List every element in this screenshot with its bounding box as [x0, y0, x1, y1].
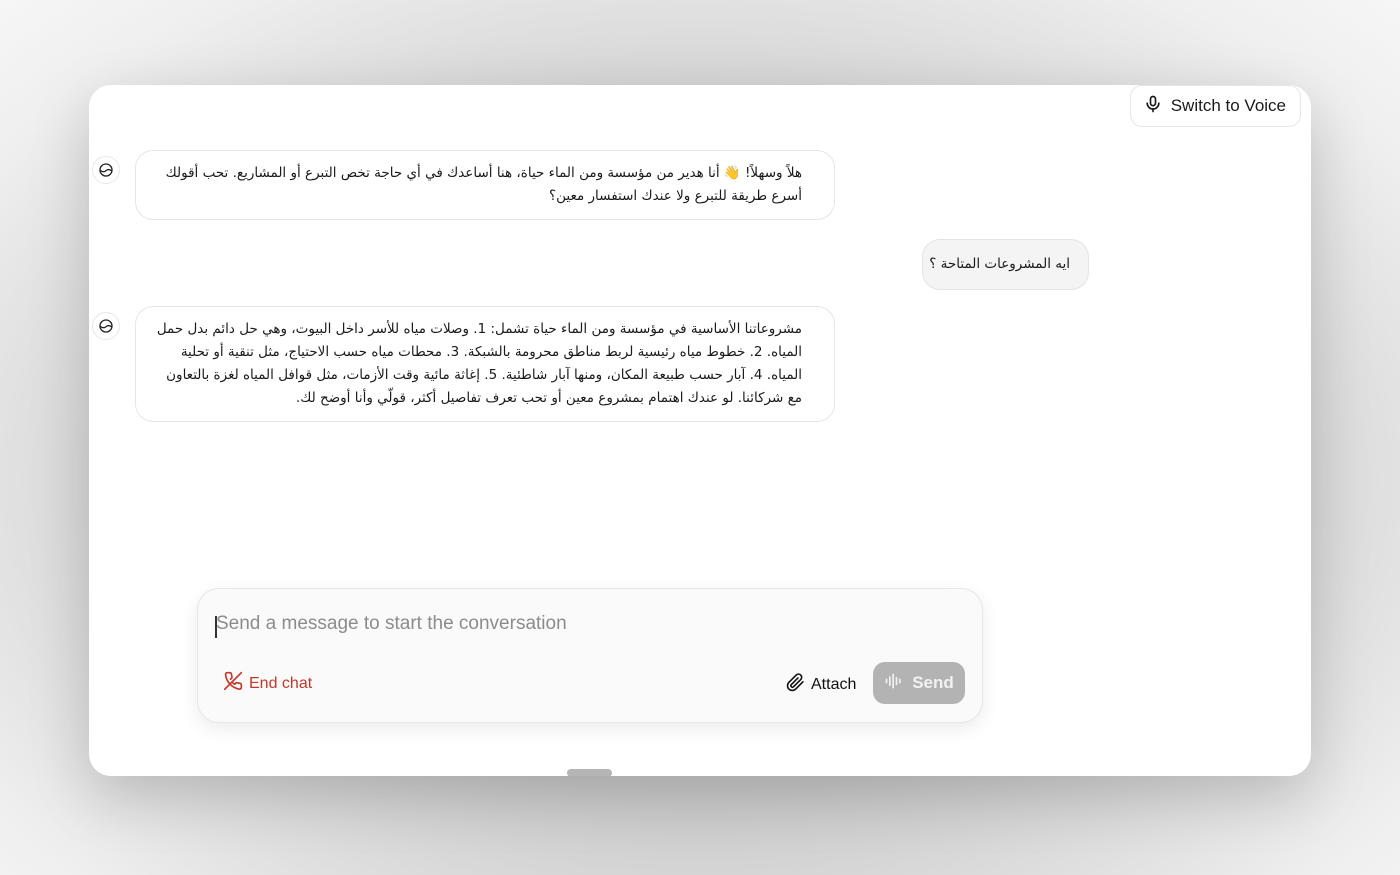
assistant-message-text: هلاً وسهلاً! 👋 أنا هدير من مؤسسة ومن الم…: [165, 165, 802, 204]
switch-to-voice-button[interactable]: Switch to Voice: [1129, 85, 1301, 127]
bot-avatar-icon: [92, 156, 120, 184]
assistant-message: مشروعاتنا الأساسية في مؤسسة ومن الماء حي…: [135, 306, 835, 422]
switch-to-voice-label: Switch to Voice: [1170, 96, 1286, 115]
paperclip-icon: [786, 673, 805, 697]
send-label: Send: [912, 673, 954, 692]
user-message: ايه المشروعات المتاحة ؟: [922, 239, 1089, 290]
resize-handle[interactable]: [567, 769, 612, 776]
send-button[interactable]: Send: [873, 662, 965, 704]
bot-avatar-icon: [92, 312, 120, 340]
assistant-message-text: مشروعاتنا الأساسية في مؤسسة ومن الماء حي…: [156, 321, 802, 406]
attach-label: Attach: [811, 676, 857, 693]
message-input[interactable]: [216, 613, 956, 635]
message-composer: End chat Attach Send: [197, 588, 983, 723]
user-message-text: ايه المشروعات المتاحة ؟: [929, 256, 1070, 272]
attach-button[interactable]: Attach: [786, 673, 856, 697]
assistant-message: هلاً وسهلاً! 👋 أنا هدير من مؤسسة ومن الم…: [135, 150, 835, 220]
end-chat-button[interactable]: End chat: [223, 671, 312, 696]
chat-window: Switch to Voice هلاً وسهلاً! 👋 أنا هدير …: [89, 85, 1311, 776]
microphone-icon: [1143, 94, 1163, 119]
end-chat-label: End chat: [249, 674, 313, 692]
phone-off-icon: [223, 671, 243, 696]
audio-waveform-icon: [884, 671, 904, 696]
